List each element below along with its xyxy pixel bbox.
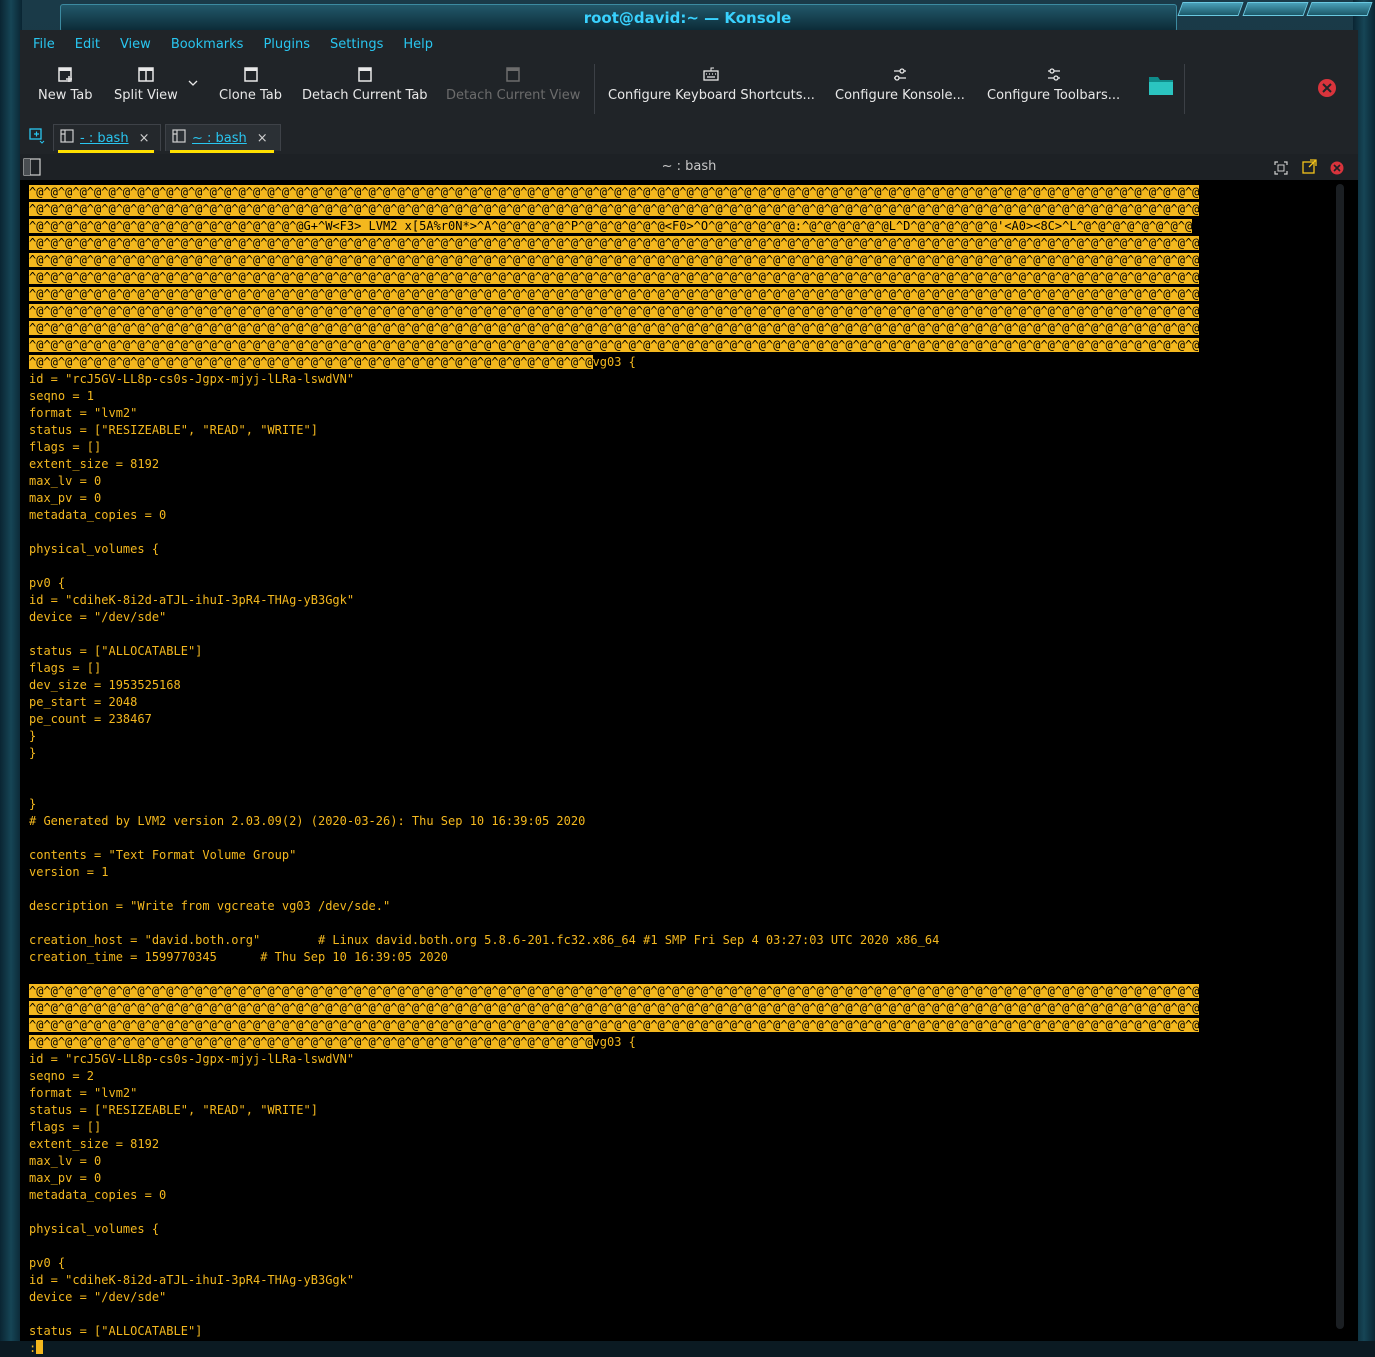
clone-tab-button[interactable]: Clone Tab [219, 64, 282, 103]
configure-toolbars-button[interactable]: Configure Toolbars... [987, 64, 1120, 103]
tab-bash-1[interactable]: - : bash × [53, 124, 161, 153]
menu-help[interactable]: Help [403, 37, 433, 52]
toolbar-separator [594, 64, 595, 114]
chevron-down-icon [188, 76, 198, 91]
terminal-icon [60, 129, 74, 147]
detach-tab-button[interactable]: Detach Current Tab [302, 64, 428, 103]
configure-shortcuts-label: Configure Keyboard Shortcuts... [608, 88, 815, 103]
configure-toolbars-label: Configure Toolbars... [987, 88, 1121, 103]
terminal-title: ~ : bash [661, 159, 717, 174]
main-toolbar: New Tab Split View Clone Tab Detach Curr… [20, 58, 1358, 118]
pager-prompt: : [29, 1341, 37, 1355]
settings-sliders-icon [892, 66, 908, 83]
new-tab-menu-button[interactable] [28, 126, 46, 148]
menu-edit[interactable]: Edit [75, 37, 100, 52]
configure-konsole-button[interactable]: Configure Konsole... [835, 64, 965, 103]
new-tab-icon [57, 66, 73, 83]
selected-text: ^@^@^@^@^@^@^@^@^@^@^@^@^@^@^@^@^@^@^@^@… [29, 236, 1200, 369]
toolbar-separator [1184, 64, 1185, 114]
detach-view-icon [505, 66, 521, 83]
menu-file[interactable]: File [33, 37, 55, 52]
terminal-scrollbar[interactable] [1336, 184, 1344, 1329]
split-view-label: Split View [114, 88, 178, 103]
tab-highlight [58, 150, 154, 153]
close-icon[interactable]: × [257, 131, 268, 146]
close-window-button[interactable] [1306, 2, 1373, 16]
folder-button[interactable] [1148, 74, 1174, 100]
keyboard-icon [703, 66, 720, 83]
close-toolbar-button[interactable] [1317, 78, 1337, 102]
tab-bar: - : bash × ~ : bash × [20, 120, 1358, 153]
tab-label: ~ : bash [192, 130, 247, 146]
menu-settings[interactable]: Settings [330, 37, 383, 52]
split-view-icon [138, 66, 154, 83]
detach-tab-label: Detach Current Tab [302, 88, 428, 103]
selected-text: ^@^@^@^@^@^@^@^@^@^@^@^@^@^@^@^@^@^@^@G+… [29, 219, 1193, 233]
close-icon[interactable]: × [139, 131, 150, 146]
tab-label: - : bash [80, 130, 129, 146]
new-tab-menu-icon [28, 128, 46, 148]
detach-view-label: Detach Current View [446, 88, 581, 103]
minimize-button[interactable] [1177, 2, 1244, 16]
window-title: root@david:~ — Konsole [583, 9, 792, 27]
detach-view-icon[interactable] [1302, 159, 1317, 178]
selected-text: ^@^@^@^@^@^@^@^@^@^@^@^@^@^@^@^@^@^@^@^@… [29, 185, 1200, 216]
menu-bookmarks[interactable]: Bookmarks [171, 37, 244, 52]
tab-highlight [170, 150, 274, 153]
frame-left-border [0, 0, 22, 1341]
maximize-view-icon[interactable] [1274, 160, 1288, 179]
new-tab-button[interactable]: New Tab [38, 64, 93, 103]
terminal-icon [172, 129, 186, 147]
menu-view[interactable]: View [120, 37, 151, 52]
close-circle-icon [1317, 79, 1337, 102]
output-text: vg03 { id = "rcJ5GV-LL8p-cs0s-Jgpx-mjyj-… [29, 1035, 636, 1338]
split-view-button[interactable]: Split View [114, 64, 178, 103]
close-view-icon[interactable] [1330, 160, 1344, 179]
menu-plugins[interactable]: Plugins [263, 37, 310, 52]
tab-bash-2[interactable]: ~ : bash × [165, 124, 281, 153]
configure-konsole-label: Configure Konsole... [835, 88, 965, 103]
detach-view-button[interactable]: Detach Current View [446, 64, 580, 103]
konsole-app: File Edit View Bookmarks Plugins Setting… [20, 30, 1358, 1355]
clone-tab-label: Clone Tab [219, 88, 283, 103]
folder-icon [1148, 77, 1174, 100]
window-controls [1177, 2, 1373, 18]
output-text: vg03 { id = "rcJ5GV-LL8p-cs0s-Jgpx-mjyj-… [29, 355, 940, 964]
clone-tab-icon [243, 66, 259, 83]
menu-bar: File Edit View Bookmarks Plugins Setting… [20, 30, 1358, 58]
split-view-dropdown[interactable] [188, 76, 198, 91]
text-cursor [36, 1340, 44, 1354]
settings-sliders-icon [1046, 66, 1062, 83]
maximize-button[interactable] [1242, 2, 1308, 16]
configure-shortcuts-button[interactable]: Configure Keyboard Shortcuts... [608, 64, 815, 103]
terminal-header: ~ : bash [20, 154, 1358, 180]
detach-tab-icon [357, 66, 373, 83]
new-tab-label: New Tab [38, 88, 93, 103]
terminal-output: ^@^@^@^@^@^@^@^@^@^@^@^@^@^@^@^@^@^@^@^@… [29, 184, 1329, 1357]
terminal-view[interactable]: ~ : bash ^@^@^@^@^@^@^@^@^@^@^@^@^@^@^@^… [20, 154, 1358, 1355]
